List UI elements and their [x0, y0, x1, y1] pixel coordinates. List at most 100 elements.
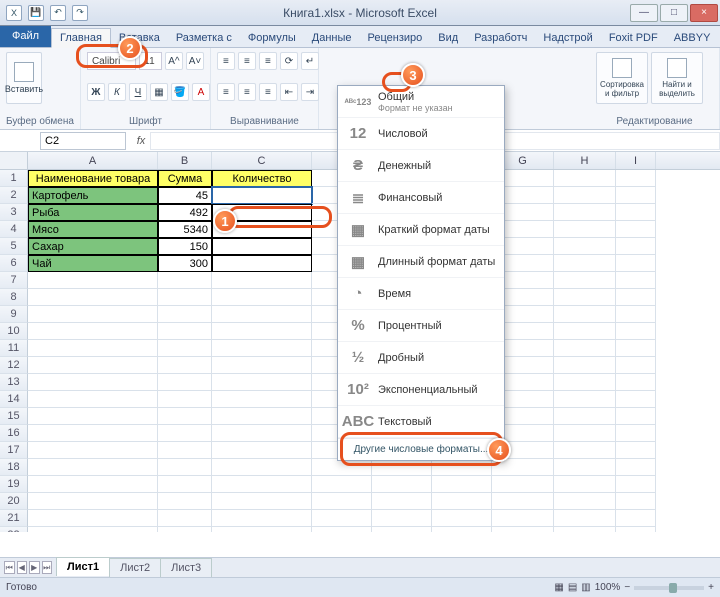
cell-I19[interactable] [616, 476, 656, 493]
cell-B21[interactable] [158, 510, 212, 527]
cell-C20[interactable] [212, 493, 312, 510]
cell-B10[interactable] [158, 323, 212, 340]
cell-C19[interactable] [212, 476, 312, 493]
cell-E22[interactable] [372, 527, 432, 532]
cell-G22[interactable] [492, 527, 554, 532]
cell-D19[interactable] [312, 476, 372, 493]
cell-B8[interactable] [158, 289, 212, 306]
cell-C21[interactable] [212, 510, 312, 527]
cell-G20[interactable] [492, 493, 554, 510]
nf-accounting[interactable]: ≣Финансовый [338, 182, 504, 214]
cell-I2[interactable] [616, 187, 656, 204]
cell-F18[interactable] [432, 459, 492, 476]
cell-B1[interactable]: Сумма [158, 170, 212, 187]
cell-I10[interactable] [616, 323, 656, 340]
cell-A21[interactable] [28, 510, 158, 527]
cell-G19[interactable] [492, 476, 554, 493]
cell-B4[interactable]: 5340 [158, 221, 212, 238]
cell-B13[interactable] [158, 374, 212, 391]
cell-B14[interactable] [158, 391, 212, 408]
sheet-nav-first[interactable]: ⏮ [4, 561, 15, 574]
cell-I15[interactable] [616, 408, 656, 425]
rownum-5[interactable]: 5 [0, 238, 28, 255]
col-A[interactable]: A [28, 152, 158, 169]
cell-A9[interactable] [28, 306, 158, 323]
align-right-button[interactable]: ≡ [259, 83, 277, 101]
cell-I7[interactable] [616, 272, 656, 289]
rownum-18[interactable]: 18 [0, 459, 28, 476]
col-I[interactable]: I [616, 152, 656, 169]
cell-A2[interactable]: Картофель [28, 187, 158, 204]
sheet-nav-next[interactable]: ▶ [29, 561, 40, 574]
cell-A15[interactable] [28, 408, 158, 425]
col-H[interactable]: H [554, 152, 616, 169]
cell-A14[interactable] [28, 391, 158, 408]
cell-H10[interactable] [554, 323, 616, 340]
cell-A10[interactable] [28, 323, 158, 340]
cell-H1[interactable] [554, 170, 616, 187]
cell-C22[interactable] [212, 527, 312, 532]
nf-time[interactable]: ◔Время [338, 278, 504, 310]
grow-font-button[interactable]: A^ [165, 52, 183, 70]
tab-pagelayout[interactable]: Разметка с [168, 29, 240, 47]
tab-addins[interactable]: Надстрой [535, 29, 600, 47]
cell-C17[interactable] [212, 442, 312, 459]
tab-data[interactable]: Данные [304, 29, 360, 47]
cell-B19[interactable] [158, 476, 212, 493]
cell-C16[interactable] [212, 425, 312, 442]
tab-file[interactable]: Файл [0, 25, 51, 47]
font-color-button[interactable]: A [192, 83, 210, 101]
cell-C13[interactable] [212, 374, 312, 391]
cell-D21[interactable] [312, 510, 372, 527]
cell-H12[interactable] [554, 357, 616, 374]
cell-C15[interactable] [212, 408, 312, 425]
wrap-button[interactable]: ↵ [301, 52, 319, 70]
bold-button[interactable]: Ж [87, 83, 105, 101]
tab-formulas[interactable]: Формулы [240, 29, 304, 47]
cell-E21[interactable] [372, 510, 432, 527]
indent-inc-button[interactable]: ⇥ [301, 83, 319, 101]
rownum-14[interactable]: 14 [0, 391, 28, 408]
cell-I18[interactable] [616, 459, 656, 476]
cell-I11[interactable] [616, 340, 656, 357]
cell-C7[interactable] [212, 272, 312, 289]
cell-B17[interactable] [158, 442, 212, 459]
cell-B12[interactable] [158, 357, 212, 374]
cell-A8[interactable] [28, 289, 158, 306]
cell-I1[interactable] [616, 170, 656, 187]
close-button[interactable]: × [690, 4, 718, 22]
cell-B3[interactable]: 492 [158, 204, 212, 221]
rownum-22[interactable]: 22 [0, 527, 28, 532]
cell-C6[interactable] [212, 255, 312, 272]
cell-F20[interactable] [432, 493, 492, 510]
zoom-out-button[interactable]: − [624, 582, 630, 593]
underline-button[interactable]: Ч [129, 83, 147, 101]
tab-abbyy[interactable]: ABBYY [666, 29, 719, 47]
select-all-corner[interactable] [0, 152, 28, 169]
cell-E19[interactable] [372, 476, 432, 493]
cell-I16[interactable] [616, 425, 656, 442]
cell-H3[interactable] [554, 204, 616, 221]
align-center-button[interactable]: ≡ [238, 83, 256, 101]
cell-H11[interactable] [554, 340, 616, 357]
cell-I12[interactable] [616, 357, 656, 374]
cell-A18[interactable] [28, 459, 158, 476]
cell-A11[interactable] [28, 340, 158, 357]
rownum-6[interactable]: 6 [0, 255, 28, 272]
cell-A16[interactable] [28, 425, 158, 442]
nf-currency[interactable]: ₴Денежный [338, 150, 504, 182]
rownum-2[interactable]: 2 [0, 187, 28, 204]
nf-fraction[interactable]: ½Дробный [338, 342, 504, 374]
cell-H5[interactable] [554, 238, 616, 255]
cell-C2[interactable] [212, 187, 312, 204]
cell-B20[interactable] [158, 493, 212, 510]
cell-I21[interactable] [616, 510, 656, 527]
nf-percent[interactable]: %Процентный [338, 310, 504, 342]
view-break-icon[interactable]: ▥ [581, 582, 590, 593]
cell-H2[interactable] [554, 187, 616, 204]
paste-button[interactable]: Вставить [6, 52, 42, 104]
cell-B2[interactable]: 45 [158, 187, 212, 204]
nf-general[interactable]: ᴬᴮᶜ123 ОбщийФормат не указан [338, 86, 504, 118]
minimize-button[interactable]: — [630, 4, 658, 22]
nf-scientific[interactable]: 10²Экспоненциальный [338, 374, 504, 406]
